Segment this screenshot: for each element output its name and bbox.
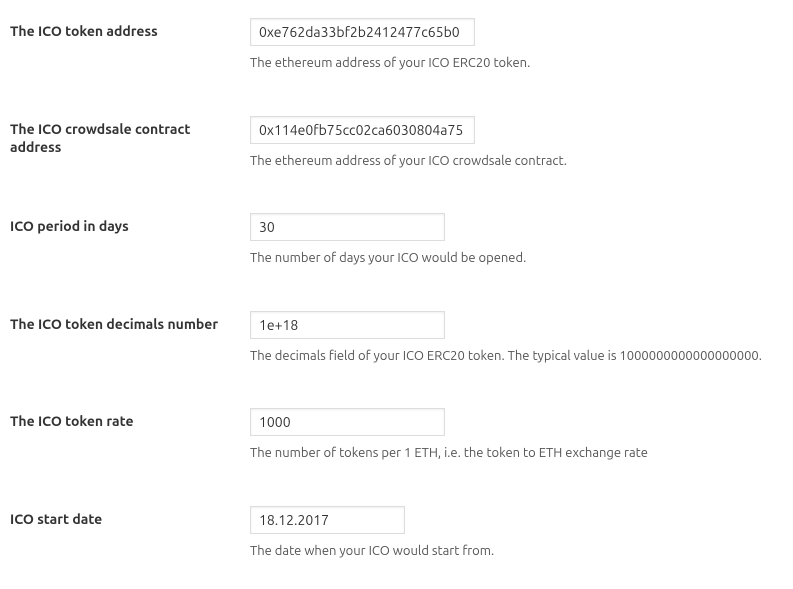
label-col: The ICO token address — [10, 18, 250, 40]
token-address-input[interactable] — [250, 18, 475, 46]
period-days-input[interactable] — [250, 213, 445, 241]
input-col: The date when your ICO would start from. — [250, 506, 783, 562]
input-col: The number of days your ICO would be ope… — [250, 213, 783, 269]
rate-label: The ICO token rate — [10, 412, 230, 430]
crowdsale-address-input[interactable] — [250, 116, 475, 144]
row-decimals: The ICO token decimals number The decima… — [10, 311, 783, 367]
row-period-days: ICO period in days The number of days yo… — [10, 213, 783, 269]
label-col: The ICO token rate — [10, 408, 250, 430]
rate-description: The number of tokens per 1 ETH, i.e. the… — [250, 444, 783, 464]
label-col: ICO period in days — [10, 213, 250, 235]
decimals-label: The ICO token decimals number — [10, 315, 230, 333]
start-date-label: ICO start date — [10, 510, 230, 528]
row-rate: The ICO token rate The number of tokens … — [10, 408, 783, 464]
input-col: The ethereum address of your ICO crowdsa… — [250, 116, 783, 172]
period-days-description: The number of days your ICO would be ope… — [250, 249, 783, 269]
token-address-label: The ICO token address — [10, 22, 230, 40]
row-crowdsale-address: The ICO crowdsale contract address The e… — [10, 116, 783, 172]
label-col: ICO start date — [10, 506, 250, 528]
crowdsale-address-description: The ethereum address of your ICO crowdsa… — [250, 152, 783, 172]
start-date-description: The date when your ICO would start from. — [250, 542, 783, 562]
label-col: The ICO crowdsale contract address — [10, 116, 250, 156]
decimals-input[interactable] — [250, 311, 445, 339]
settings-form: The ICO token address The ethereum addre… — [10, 18, 783, 561]
input-col: The number of tokens per 1 ETH, i.e. the… — [250, 408, 783, 464]
start-date-input[interactable] — [250, 506, 405, 534]
decimals-description: The decimals field of your ICO ERC20 tok… — [250, 347, 783, 367]
input-col: The decimals field of your ICO ERC20 tok… — [250, 311, 783, 367]
period-days-label: ICO period in days — [10, 217, 230, 235]
row-token-address: The ICO token address The ethereum addre… — [10, 18, 783, 74]
row-start-date: ICO start date The date when your ICO wo… — [10, 506, 783, 562]
crowdsale-address-label: The ICO crowdsale contract address — [10, 120, 230, 156]
token-address-description: The ethereum address of your ICO ERC20 t… — [250, 54, 783, 74]
label-col: The ICO token decimals number — [10, 311, 250, 333]
rate-input[interactable] — [250, 408, 445, 436]
input-col: The ethereum address of your ICO ERC20 t… — [250, 18, 783, 74]
